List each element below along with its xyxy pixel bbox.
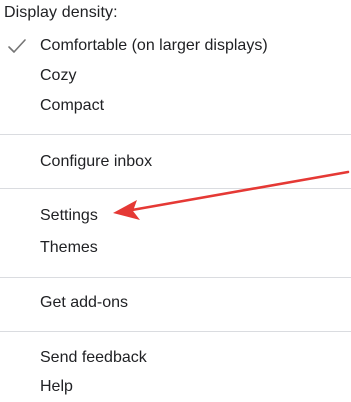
help-label: Help <box>40 378 73 395</box>
themes-label: Themes <box>40 239 98 256</box>
themes-item[interactable]: Themes <box>0 235 351 263</box>
density-option-label: Comfortable (on larger displays) <box>40 37 268 54</box>
density-option-comfortable[interactable]: Comfortable (on larger displays) <box>0 33 351 61</box>
get-addons-label: Get add-ons <box>40 294 129 311</box>
checkmark-icon <box>8 39 26 53</box>
density-option-compact[interactable]: Compact <box>0 93 351 121</box>
configure-inbox-item[interactable]: Configure inbox <box>0 149 351 177</box>
display-density-header: Display density: <box>4 4 118 21</box>
help-item[interactable]: Help <box>0 374 351 402</box>
density-option-cozy[interactable]: Cozy <box>0 63 351 91</box>
send-feedback-label: Send feedback <box>40 349 147 366</box>
send-feedback-item[interactable]: Send feedback <box>0 345 351 373</box>
menu-divider <box>0 277 351 278</box>
menu-divider <box>0 134 351 135</box>
menu-divider <box>0 188 351 189</box>
settings-item[interactable]: Settings <box>0 203 351 231</box>
configure-inbox-label: Configure inbox <box>40 153 153 170</box>
menu-divider <box>0 331 351 332</box>
get-addons-item[interactable]: Get add-ons <box>0 290 351 318</box>
density-option-label: Cozy <box>40 67 77 84</box>
density-option-label: Compact <box>40 97 105 114</box>
settings-menu: Display density: Comfortable (on larger … <box>0 0 351 402</box>
settings-label: Settings <box>40 207 98 224</box>
